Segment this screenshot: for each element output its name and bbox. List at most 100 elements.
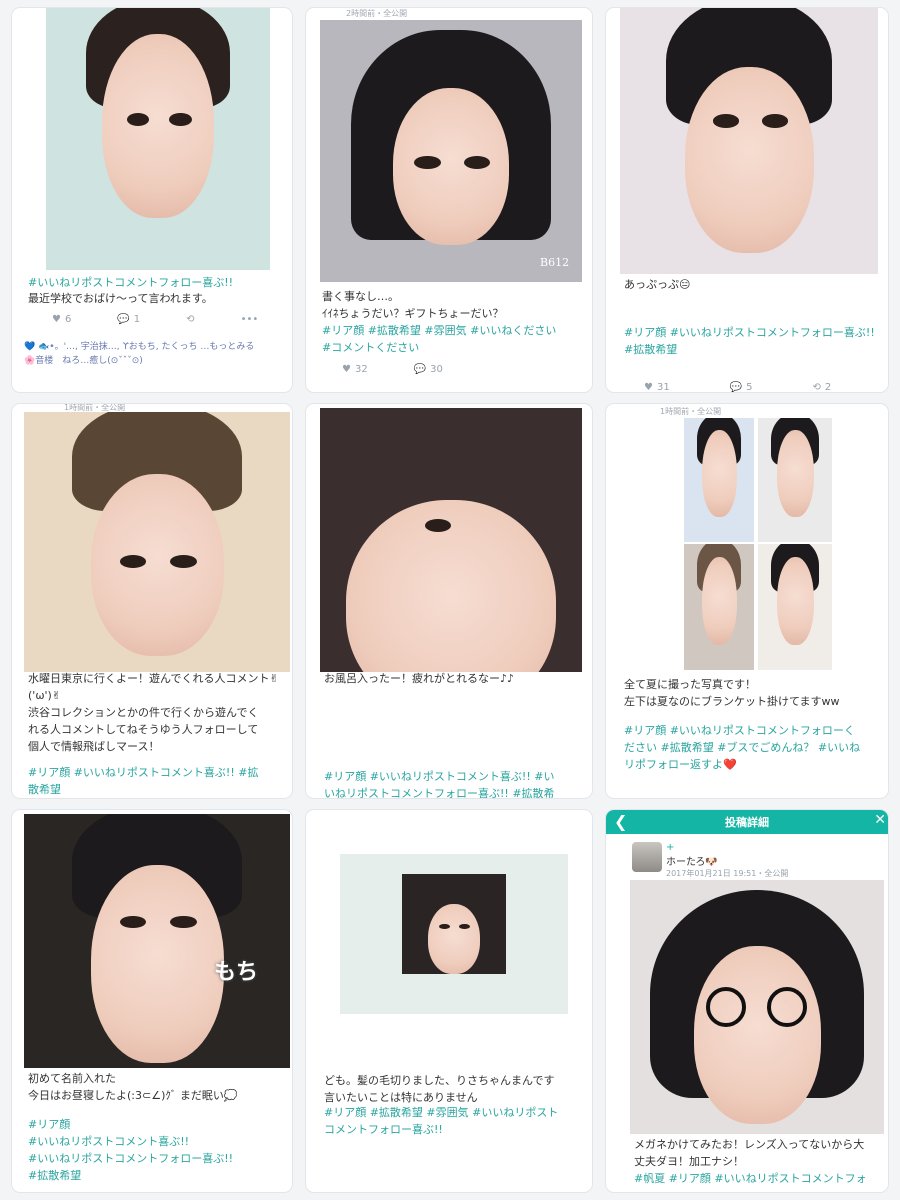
post-tags[interactable]: #リア顔 #いいねリポストコメント喜ぶ!! #い いねリポストコメントフォロー喜…: [324, 768, 586, 798]
glasses: [706, 986, 747, 1027]
face: [701, 556, 737, 645]
post-card-6[interactable]: 1時間前・全公開 全て夏に撮った写真です！ 左下は夏なのにブランケット掛けてます…: [606, 404, 888, 798]
repost-icon: ⟲: [812, 382, 821, 392]
eye: [439, 924, 450, 929]
comment-count: 30: [430, 364, 443, 375]
avatar[interactable]: [632, 842, 662, 872]
eye: [119, 555, 147, 568]
like-button[interactable]: ♥ 31: [644, 382, 670, 392]
face: [393, 88, 509, 246]
post-caption-tags: #いいねリポストコメントフォロー喜ぶ!!: [28, 276, 234, 289]
eye: [169, 112, 192, 126]
repost-icon: ⟲: [186, 314, 195, 325]
post-caption: あっぷっぷ😑: [624, 278, 691, 291]
chevron-left-icon[interactable]: ❮: [614, 812, 627, 831]
like-count: 6: [64, 314, 72, 325]
post-tags[interactable]: #リア顔 #拡散希望 #雰囲気 #いいねリポスト コメントフォロー喜ぶ!!: [324, 1104, 586, 1138]
post-actions: ♥ 6 💬 1 ⟲ •••: [52, 314, 258, 325]
face: [701, 430, 737, 518]
post-photo[interactable]: [620, 8, 878, 274]
post-card-8[interactable]: ども。髪の毛切りました、りさちゃんまんです 言いたいことは特にありません #リア…: [306, 810, 592, 1192]
post-photo[interactable]: B612: [320, 20, 582, 282]
eye: [126, 112, 150, 126]
repost-button[interactable]: ⟲ 2: [813, 382, 832, 392]
nav-bar: ❮ 投稿詳細 ✕: [606, 810, 888, 834]
post-card-1[interactable]: #いいねリポストコメントフォロー喜ぶ!! 最近学校でおばけ〜って言われます。 ♥…: [12, 8, 292, 392]
comment-button[interactable]: 💬 5: [730, 382, 753, 392]
face: [428, 904, 480, 974]
post-photo[interactable]: [24, 412, 290, 672]
eye: [761, 114, 788, 128]
face: [90, 474, 224, 657]
eye: [712, 114, 739, 128]
liked-by-line[interactable]: 💙 🐟•。'…, 宇治抹…, ϒおもち, たくっち …もっとみる: [24, 340, 292, 354]
face: [346, 500, 556, 672]
post-photo-1[interactable]: [684, 418, 754, 542]
comment-count: 5: [746, 382, 753, 392]
eye: [170, 555, 197, 568]
nav-title: 投稿詳細: [725, 816, 769, 829]
face: [684, 66, 814, 253]
post-card-7[interactable]: もち 初めて名前入れた 今日はお昼寝したよ(:3⊂∠)ｸﾞ まだ眠い💭 #リア顔…: [12, 810, 292, 1192]
post-card-9[interactable]: ❮ 投稿詳細 ✕ + ホーたろ🐶 2017年01月21日 19:51・全公開 メガ…: [606, 810, 888, 1192]
post-tags[interactable]: #リア顔 #いいねリポストコメントフォロー喜ぶ!! #拡散希望: [624, 324, 884, 358]
post-tags[interactable]: #リア顔 #いいねリポストコメントフォローく ださい #拡散希望 #ブスでごめん…: [624, 722, 886, 773]
post-date: 2017年01月21日 19:51・全公開: [666, 869, 789, 878]
ellipsis-icon: •••: [240, 314, 259, 325]
speech-bubble-icon: 💬: [413, 364, 427, 375]
eye: [414, 156, 441, 170]
eye: [424, 518, 451, 533]
more-button[interactable]: •••: [241, 314, 259, 325]
post-photo-3[interactable]: [684, 544, 754, 670]
liked-by-line-2[interactable]: 🌸音楼 ねろ…癒し(⊙ˇˇˇ⊙): [24, 354, 292, 368]
post-actions: ♥31 💬5 ⟲2 •••: [644, 382, 888, 392]
post-caption: 初めて名前入れた 今日はお昼寝したよ(:3⊂∠)ｸﾞ まだ眠い💭: [28, 1072, 238, 1102]
like-count: 32: [354, 364, 368, 375]
eye: [170, 915, 197, 929]
app-watermark: B612: [540, 256, 570, 269]
speech-bubble-icon: 💬: [117, 314, 130, 325]
post-tags[interactable]: #リア顔 #いいねリポストコメント喜ぶ!! #拡 散希望: [28, 764, 290, 798]
plus-icon: +: [666, 842, 675, 853]
post-tags[interactable]: #リア顔 #いいねリポストコメント喜ぶ!! #いいねリポストコメントフォロー喜ぶ…: [28, 1116, 290, 1184]
post-photo[interactable]: [630, 880, 884, 1134]
post-caption: お風呂入ったー！疲れがとれるなー♪♪: [324, 672, 515, 685]
face: [693, 946, 821, 1124]
post-photo[interactable]: [320, 408, 582, 672]
close-icon[interactable]: ✕: [874, 812, 886, 828]
post-tags[interactable]: #帆夏 #リア顔 #いいねリポストコメントフォ: [634, 1170, 886, 1187]
username[interactable]: + ホーたろ🐶: [666, 842, 718, 868]
post-photo-2[interactable]: [758, 418, 832, 542]
glasses: [767, 986, 808, 1027]
repost-button[interactable]: ⟲: [186, 314, 194, 325]
comment-button[interactable]: 💬 30: [414, 364, 443, 375]
face: [776, 430, 814, 518]
face: [776, 556, 814, 645]
post-tags[interactable]: #リア顔 #拡散希望 #雰囲気 #いいねください #コメントください: [322, 322, 588, 356]
post-caption: 水曜日東京に行くよー！遊んでくれる人コメント✌('ω')✌ 渋谷コレクションとか…: [28, 672, 279, 753]
post-card-4[interactable]: 1時間前・全公開 水曜日東京に行くよー！遊んでくれる人コメント✌('ω')✌ 渋…: [12, 404, 292, 798]
name-sticker: もち: [214, 960, 259, 985]
comment-count: 1: [133, 314, 141, 325]
post-card-5[interactable]: お風呂入ったー！疲れがとれるなー♪♪ #リア顔 #いいねリポストコメント喜ぶ!!…: [306, 404, 592, 798]
face: [90, 864, 224, 1063]
speech-bubble-icon: 💬: [729, 382, 743, 392]
post-caption: 書く事なし…。 ｲｲﾈちょうだい？ギフトちょーだい？: [322, 290, 504, 320]
inner-photo: [402, 874, 506, 974]
like-button[interactable]: ♥ 32: [342, 364, 368, 375]
eye: [459, 924, 470, 929]
post-card-2[interactable]: 2時間前・全公開 B612 書く事なし…。 ｲｲﾈちょうだい？ギフトちょーだい？…: [306, 8, 592, 392]
heart-icon: ♥: [52, 314, 61, 325]
post-timestamp: 2時間前・全公開: [346, 9, 408, 18]
post-photo[interactable]: もち: [24, 814, 290, 1068]
username-text: ホーたろ🐶: [666, 857, 718, 868]
post-card-3[interactable]: あっぷっぷ😑 #リア顔 #いいねリポストコメントフォロー喜ぶ!! #拡散希望 ♥…: [606, 8, 888, 392]
heart-icon: ♥: [342, 364, 351, 375]
post-caption: メガネかけてみたお！レンズ入ってないから大 丈夫ダヨ！加工ナシ！: [634, 1138, 865, 1168]
post-photo-4[interactable]: [758, 544, 832, 670]
like-button[interactable]: ♥ 6: [52, 314, 71, 325]
post-caption: 全て夏に撮った写真です！ 左下は夏なのにブランケット掛けてますww: [624, 678, 840, 708]
post-photo[interactable]: [46, 8, 270, 270]
post-photo[interactable]: [340, 854, 568, 1014]
comment-button[interactable]: 💬 1: [117, 314, 140, 325]
